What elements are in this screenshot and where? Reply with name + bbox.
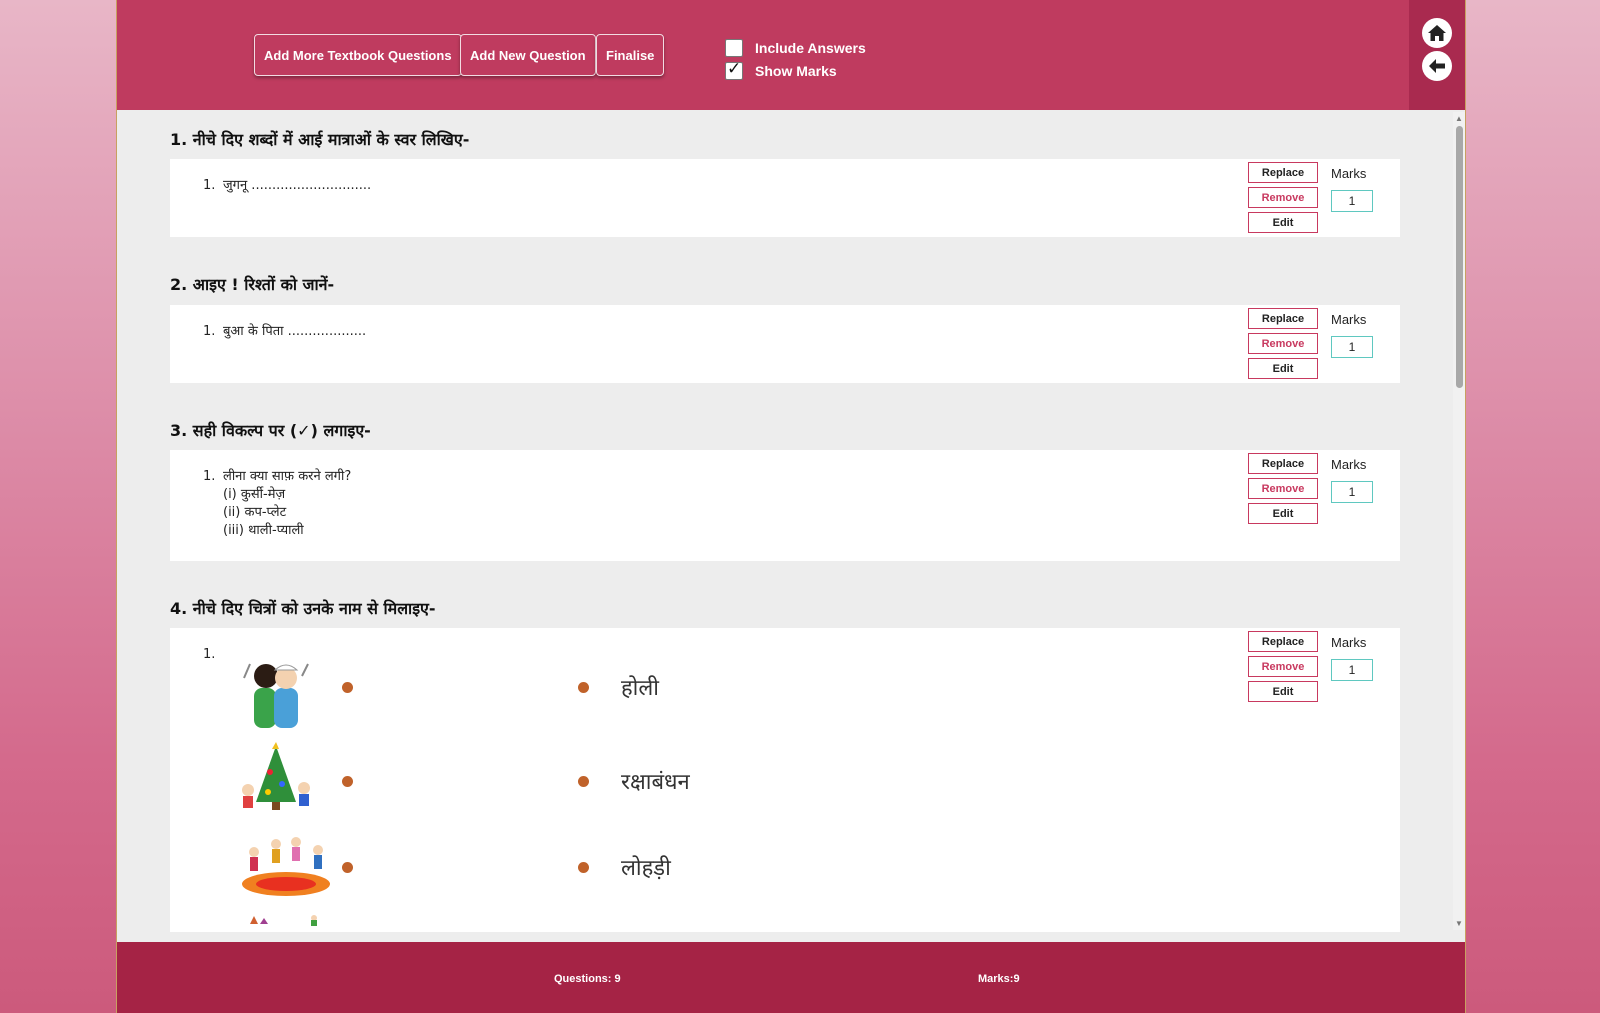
marks-input[interactable] (1331, 190, 1373, 212)
finalise-button[interactable]: Finalise (596, 34, 665, 76)
match-dot-right[interactable] (578, 776, 589, 787)
add-new-question-button[interactable]: Add New Question (460, 34, 596, 76)
festival-picture (250, 915, 317, 926)
question-title: 3. सही विकल्प पर (✓) लगाइए- (170, 421, 371, 440)
show-marks-label: Show Marks (755, 63, 837, 79)
match-word: होली (621, 676, 659, 701)
match-dot-right[interactable] (578, 682, 589, 693)
match-word: लोहड़ी (621, 856, 671, 881)
remove-button[interactable]: Remove (1248, 478, 1318, 499)
edit-button[interactable]: Edit (1248, 358, 1318, 379)
question-item: 1. जुगनू ............................. (203, 178, 372, 193)
match-dot-left[interactable] (342, 776, 353, 787)
replace-button[interactable]: Replace (1248, 453, 1318, 474)
side-nav (1409, 0, 1465, 110)
question-card: 1. जुगनू ............................. Re… (170, 159, 1400, 237)
question-item: 1. लीना क्या साफ़ करने लगी? (i) कुर्सी-मे… (203, 469, 352, 538)
edit-button[interactable]: Edit (1248, 503, 1318, 524)
marks-label: Marks (1331, 635, 1367, 650)
answer-option: (i) कुर्सी-मेज़ (223, 487, 286, 502)
include-answers-checkbox[interactable] (725, 39, 743, 57)
match-dot-right[interactable] (578, 862, 589, 873)
remove-button[interactable]: Remove (1248, 187, 1318, 208)
marks-input[interactable] (1331, 336, 1373, 358)
match-word: रक्षाबंधन (621, 770, 690, 795)
question-title: 1. नीचे दिए शब्दों में आई मात्राओं के स्… (170, 130, 470, 149)
replace-button[interactable]: Replace (1248, 631, 1318, 652)
scroll-down-icon[interactable]: ▼ (1455, 919, 1463, 928)
question-item: 1. (203, 647, 216, 662)
marks-input[interactable] (1331, 481, 1373, 503)
add-more-textbook-questions-button[interactable]: Add More Textbook Questions (254, 34, 462, 76)
match-dot-left[interactable] (342, 862, 353, 873)
questions-count: Questions: 9 (554, 973, 621, 985)
question-item: 1. बुआ के पिता ................... (203, 324, 367, 339)
scrollbar[interactable]: ▲ ▼ (1453, 112, 1465, 930)
question-title: 2. आइए ! रिश्तों को जानें- (170, 275, 335, 294)
top-toolbar: Add More Textbook Questions Add New Ques… (117, 0, 1465, 110)
back-button[interactable] (1422, 51, 1452, 81)
show-marks-option[interactable]: Show Marks (725, 59, 837, 80)
marks-label: Marks (1331, 166, 1367, 181)
arrow-left-icon (1429, 59, 1445, 73)
replace-button[interactable]: Replace (1248, 308, 1318, 329)
include-answers-option[interactable]: Include Answers (725, 39, 866, 57)
festival-picture (243, 663, 309, 728)
scroll-thumb[interactable] (1456, 126, 1463, 388)
scroll-up-icon[interactable]: ▲ (1455, 114, 1463, 123)
marks-total: Marks:9 (978, 973, 1020, 985)
festival-picture (242, 837, 330, 896)
show-marks-checkbox[interactable] (725, 59, 743, 80)
edit-button[interactable]: Edit (1248, 212, 1318, 233)
marks-input[interactable] (1331, 659, 1373, 681)
app-window: Add More Textbook Questions Add New Ques… (116, 0, 1466, 1013)
question-list: 1. नीचे दिए शब्दों में आई मात्राओं के स्… (117, 110, 1455, 932)
answer-option: (ii) कप-प्लेट (223, 505, 287, 520)
home-icon (1428, 25, 1446, 41)
question-card: 1. लीना क्या साफ़ करने लगी? (i) कुर्सी-मे… (170, 450, 1400, 561)
question-title: 4. नीचे दिए चित्रों को उनके नाम से मिलाइ… (170, 599, 436, 618)
home-button[interactable] (1422, 18, 1452, 48)
match-dot-left[interactable] (342, 682, 353, 693)
festival-picture (242, 742, 310, 810)
replace-button[interactable]: Replace (1248, 162, 1318, 183)
remove-button[interactable]: Remove (1248, 656, 1318, 677)
include-answers-label: Include Answers (755, 40, 866, 56)
remove-button[interactable]: Remove (1248, 333, 1318, 354)
question-card: 1. बुआ के पिता ................... Replac… (170, 305, 1400, 383)
marks-label: Marks (1331, 312, 1367, 327)
edit-button[interactable]: Edit (1248, 681, 1318, 702)
marks-label: Marks (1331, 457, 1367, 472)
answer-option: (iii) थाली-प्याली (223, 523, 304, 538)
question-card: 1. होली रक्षाबंधन लोहड़ी Replace Remove … (170, 628, 1400, 932)
footer-bar: Questions: 9 Marks:9 (117, 942, 1465, 1013)
